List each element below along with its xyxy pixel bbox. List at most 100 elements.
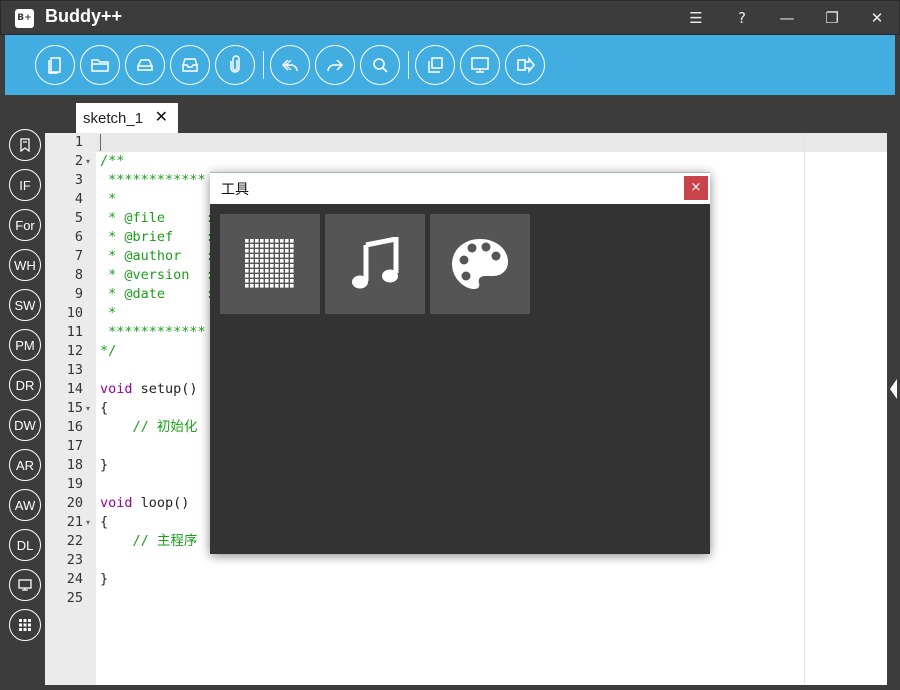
sidebar-item-switch[interactable]: SW bbox=[9, 289, 41, 321]
upload-button[interactable] bbox=[505, 45, 545, 85]
line-number: 21 bbox=[66, 514, 83, 530]
tool-palette[interactable] bbox=[430, 214, 530, 314]
line-number: 20 bbox=[66, 495, 83, 511]
line-number: 7 bbox=[74, 248, 83, 264]
code-line: } bbox=[100, 457, 109, 473]
copy-icon bbox=[428, 57, 443, 73]
code-line: /** bbox=[100, 153, 125, 169]
tab-sketch[interactable]: sketch_1 ✕ bbox=[76, 103, 178, 133]
tool-music[interactable] bbox=[325, 214, 425, 314]
code-line: ************ bbox=[100, 324, 206, 340]
code-line: // 主程序 bbox=[100, 533, 198, 549]
function-token: loop() bbox=[132, 495, 190, 511]
sidebar-item-analogread[interactable]: AR bbox=[9, 449, 41, 481]
bookmark-icon bbox=[20, 138, 30, 152]
restore-button[interactable]: ❐ bbox=[818, 6, 846, 30]
code-line: void setup() bbox=[100, 380, 198, 399]
dialog-title: 工具 bbox=[221, 182, 249, 198]
line-number: 14 bbox=[66, 381, 83, 397]
line-number: 4 bbox=[74, 191, 83, 207]
save-as-button[interactable] bbox=[170, 45, 210, 85]
line-number: 13 bbox=[66, 362, 83, 378]
fold-toggle-icon[interactable]: ▾ bbox=[86, 152, 90, 171]
code-line: * @brief : bbox=[100, 229, 214, 245]
tools-dialog: 工具 × bbox=[210, 172, 710, 554]
line-number: 19 bbox=[66, 476, 83, 492]
sidebar-item-while[interactable]: WH bbox=[9, 249, 41, 281]
grid-icon bbox=[19, 619, 31, 631]
sidebar-item-apps[interactable] bbox=[9, 609, 41, 641]
search-button[interactable] bbox=[360, 45, 400, 85]
open-folder-button[interactable] bbox=[80, 45, 120, 85]
function-token: setup() bbox=[132, 381, 198, 397]
copy-button[interactable] bbox=[415, 45, 455, 85]
text-cursor bbox=[100, 134, 101, 151]
sidebar-item-delay[interactable]: DL bbox=[9, 529, 41, 561]
sidebar-item-for[interactable]: For bbox=[9, 209, 41, 241]
code-line: * @date : bbox=[100, 286, 214, 302]
toolbar-separator bbox=[408, 51, 409, 79]
new-file-icon bbox=[48, 57, 61, 74]
sidebar-item-digitalread[interactable]: DR bbox=[9, 369, 41, 401]
line-number: 8 bbox=[74, 267, 83, 283]
fold-toggle-icon[interactable]: ▾ bbox=[86, 399, 90, 418]
undo-button[interactable] bbox=[270, 45, 310, 85]
attach-button[interactable] bbox=[215, 45, 255, 85]
line-number: 15 bbox=[66, 400, 83, 416]
minimize-button[interactable]: — bbox=[773, 6, 801, 30]
line-number: 6 bbox=[74, 229, 83, 245]
sidebar-item-digitalwrite[interactable]: DW bbox=[9, 409, 41, 441]
undo-icon bbox=[281, 59, 298, 72]
line-number: 10 bbox=[66, 305, 83, 321]
folder-icon bbox=[91, 59, 109, 72]
code-line: * @version : bbox=[100, 267, 214, 283]
monitor-icon bbox=[471, 57, 489, 73]
code-line: } bbox=[100, 571, 109, 587]
palette-icon bbox=[452, 239, 508, 289]
line-number: 12 bbox=[66, 343, 83, 359]
sidebar-item-analogwrite[interactable]: AW bbox=[9, 489, 41, 521]
code-line: * bbox=[100, 191, 117, 207]
sidebar-item-if[interactable]: IF bbox=[9, 169, 41, 201]
redo-button[interactable] bbox=[315, 45, 355, 85]
line-number: 17 bbox=[66, 438, 83, 454]
dialog-header: 工具 × bbox=[210, 172, 710, 204]
code-line: // 初始化 bbox=[100, 419, 198, 435]
code-line: void loop() bbox=[100, 494, 189, 513]
chevron-left-icon bbox=[890, 379, 897, 399]
menu-button[interactable]: ☰ bbox=[682, 6, 710, 30]
line-number: 9 bbox=[74, 286, 83, 302]
app-title: Buddy++ bbox=[45, 6, 123, 26]
code-line: */ bbox=[100, 343, 117, 359]
tab-bar: sketch_1 ✕ bbox=[45, 95, 887, 133]
monitor-icon bbox=[18, 579, 32, 591]
line-number: 22 bbox=[66, 533, 83, 549]
keyword-token: void bbox=[100, 495, 133, 511]
new-file-button[interactable] bbox=[35, 45, 75, 85]
fold-toggle-icon[interactable]: ▾ bbox=[86, 513, 90, 532]
main-toolbar bbox=[5, 35, 895, 95]
close-window-button[interactable]: ✕ bbox=[863, 6, 891, 30]
code-line: * @file : bbox=[100, 210, 214, 226]
tool-led-matrix[interactable] bbox=[220, 214, 320, 314]
save-button[interactable] bbox=[125, 45, 165, 85]
tab-label: sketch_1 bbox=[83, 109, 144, 127]
keyword-token: void bbox=[100, 381, 133, 397]
sidebar-item-bookmark[interactable] bbox=[9, 129, 41, 161]
active-line-highlight bbox=[45, 133, 887, 152]
tab-close-icon[interactable]: ✕ bbox=[155, 107, 168, 126]
side-panel-handle[interactable] bbox=[887, 95, 900, 690]
code-line: { bbox=[100, 400, 109, 416]
line-number: 1 bbox=[74, 134, 83, 150]
app-logo-icon: B+ bbox=[15, 9, 34, 28]
dialog-close-button[interactable]: × bbox=[684, 176, 708, 200]
print-margin bbox=[804, 133, 805, 685]
paperclip-icon bbox=[230, 55, 240, 73]
toolbar-separator bbox=[263, 51, 264, 79]
inbox-icon bbox=[182, 58, 198, 72]
help-button[interactable]: ? bbox=[728, 6, 756, 30]
serial-monitor-button[interactable] bbox=[460, 45, 500, 85]
sidebar-item-pinmode[interactable]: PM bbox=[9, 329, 41, 361]
status-strip bbox=[0, 685, 900, 690]
sidebar-item-serial-monitor[interactable] bbox=[9, 569, 41, 601]
